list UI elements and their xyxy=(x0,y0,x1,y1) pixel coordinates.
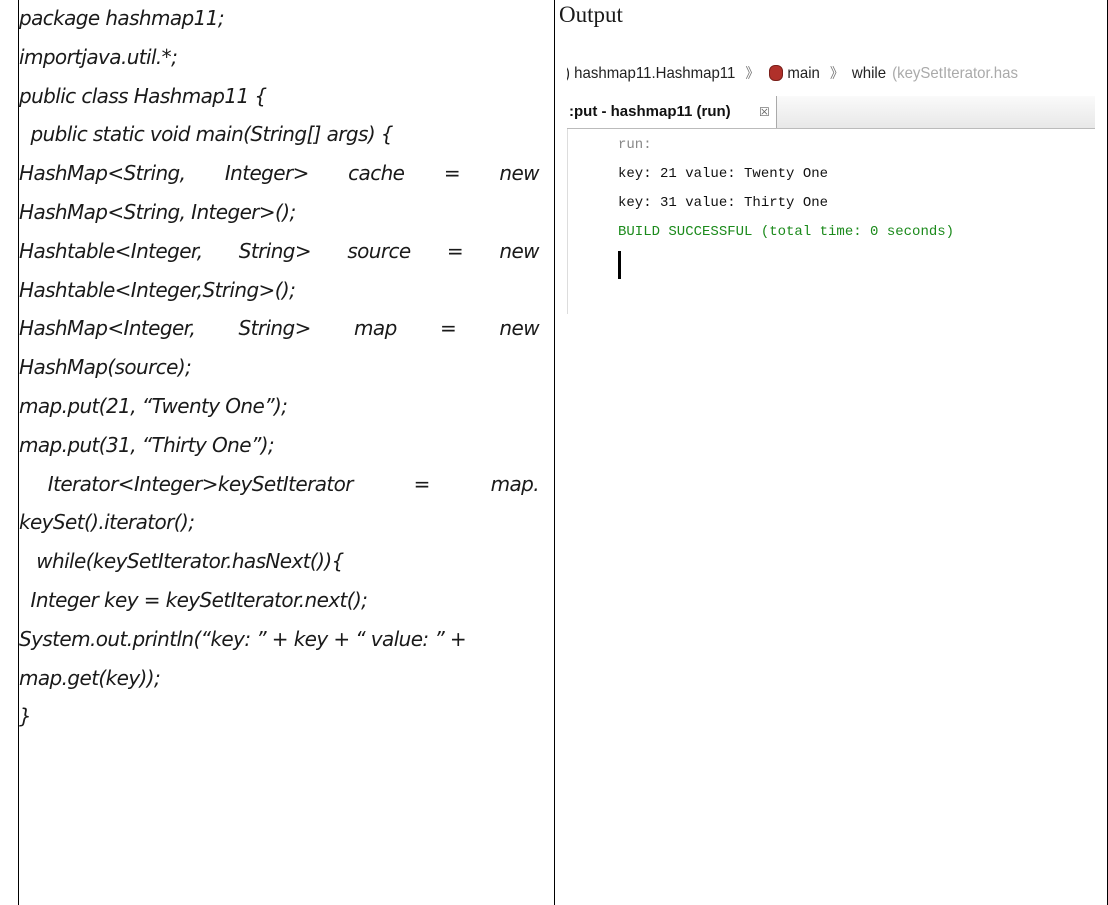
code-token: HashMap<Integer, xyxy=(19,316,196,341)
code-token: = xyxy=(413,471,431,496)
code-line: map.put(21, “Twenty One”); xyxy=(19,394,288,418)
code-line: Iterator<Integer>keySetIterator = map. xyxy=(19,466,540,503)
tab-output-run[interactable]: :put - hashmap11 (run) ☒ xyxy=(567,96,777,128)
code-line: HashMap<String, Integer> cache = new xyxy=(19,155,540,192)
close-icon[interactable]: ☒ xyxy=(759,96,770,128)
console-line: key: 21 value: Twenty One xyxy=(618,166,829,182)
code-token: = xyxy=(439,316,457,341)
code-token: cache xyxy=(348,161,405,186)
breadcrumb-separator-icon: 》 xyxy=(745,65,760,81)
code-line: System.out.println(“key: ” + key + “ val… xyxy=(19,626,467,651)
code-line: importjava.util.*; xyxy=(19,44,178,69)
code-line: HashMap<String, Integer>(); xyxy=(19,200,296,224)
code-line: Hashtable<Integer, String> source = new xyxy=(19,233,540,270)
code-line: map.get(key)); xyxy=(19,665,161,690)
code-token: = xyxy=(446,238,464,263)
code-line: HashMap<Integer, String> map = new xyxy=(19,310,540,347)
code-token: Iterator<Integer>keySetIterator xyxy=(19,471,354,496)
breadcrumb-loop-detail: (keySetIterator.has xyxy=(892,64,1018,82)
console-output[interactable]: run: key: 21 value: Twenty One key: 31 v… xyxy=(567,129,1095,314)
code-token: new xyxy=(499,161,539,186)
code-line: Hashtable<Integer,String>(); xyxy=(19,277,296,302)
breadcrumb-method[interactable]: main xyxy=(787,64,820,82)
breadcrumb-loop[interactable]: while xyxy=(852,64,886,82)
code-token: new xyxy=(499,238,539,263)
code-line: map.put(31, “Thirty One”); xyxy=(19,432,275,457)
tab-label: :put - hashmap11 (run) xyxy=(569,103,731,120)
code-line: public static void main(String[] args) { xyxy=(19,122,394,147)
code-token: source xyxy=(347,238,411,263)
code-line: while(keySetIterator.hasNext()){ xyxy=(19,549,344,574)
code-token: String> xyxy=(238,316,312,341)
console-line: BUILD SUCCESSFUL (total time: 0 seconds) xyxy=(618,224,955,240)
source-code-column: package hashmap11; importjava.util.*; publ… xyxy=(19,0,554,905)
code-token: Hashtable<Integer, xyxy=(19,238,203,263)
code-token: HashMap<String, xyxy=(19,161,186,186)
breadcrumb-separator-icon: 》 xyxy=(829,65,844,81)
code-line: public class Hashmap11 { xyxy=(19,83,267,108)
code-line: } xyxy=(19,704,32,729)
code-line: keySet().iterator(); xyxy=(19,510,195,535)
breadcrumb: ) hashmap11.Hashmap11 》 main 》 while (ke… xyxy=(567,58,1095,88)
text-caret xyxy=(618,251,621,279)
method-icon xyxy=(769,65,784,81)
output-column: Output ) hashmap11.Hashmap11 》 main 》 wh… xyxy=(555,0,1107,905)
output-heading: Output xyxy=(559,2,623,27)
code-token: String> xyxy=(238,238,312,263)
code-output-table: package hashmap11; importjava.util.*; publ… xyxy=(18,0,1108,905)
code-token: new xyxy=(499,316,539,341)
code-token: = xyxy=(443,161,461,186)
code-line: Integer key = keySetIterator.next(); xyxy=(19,588,368,612)
breadcrumb-class[interactable]: ) hashmap11.Hashmap11 xyxy=(567,64,735,82)
code-token: map xyxy=(354,316,397,341)
code-line: HashMap(source); xyxy=(19,355,192,380)
output-tab-bar: :put - hashmap11 (run) ☒ xyxy=(567,96,1095,129)
console-line: run: xyxy=(618,137,652,153)
console-line: key: 31 value: Thirty One xyxy=(618,195,829,211)
ide-output-screenshot: ) hashmap11.Hashmap11 》 main 》 while (ke… xyxy=(567,54,1095,314)
code-token: Integer> xyxy=(224,161,310,186)
code-line: package hashmap11; xyxy=(19,6,225,30)
code-token: map. xyxy=(490,471,540,496)
